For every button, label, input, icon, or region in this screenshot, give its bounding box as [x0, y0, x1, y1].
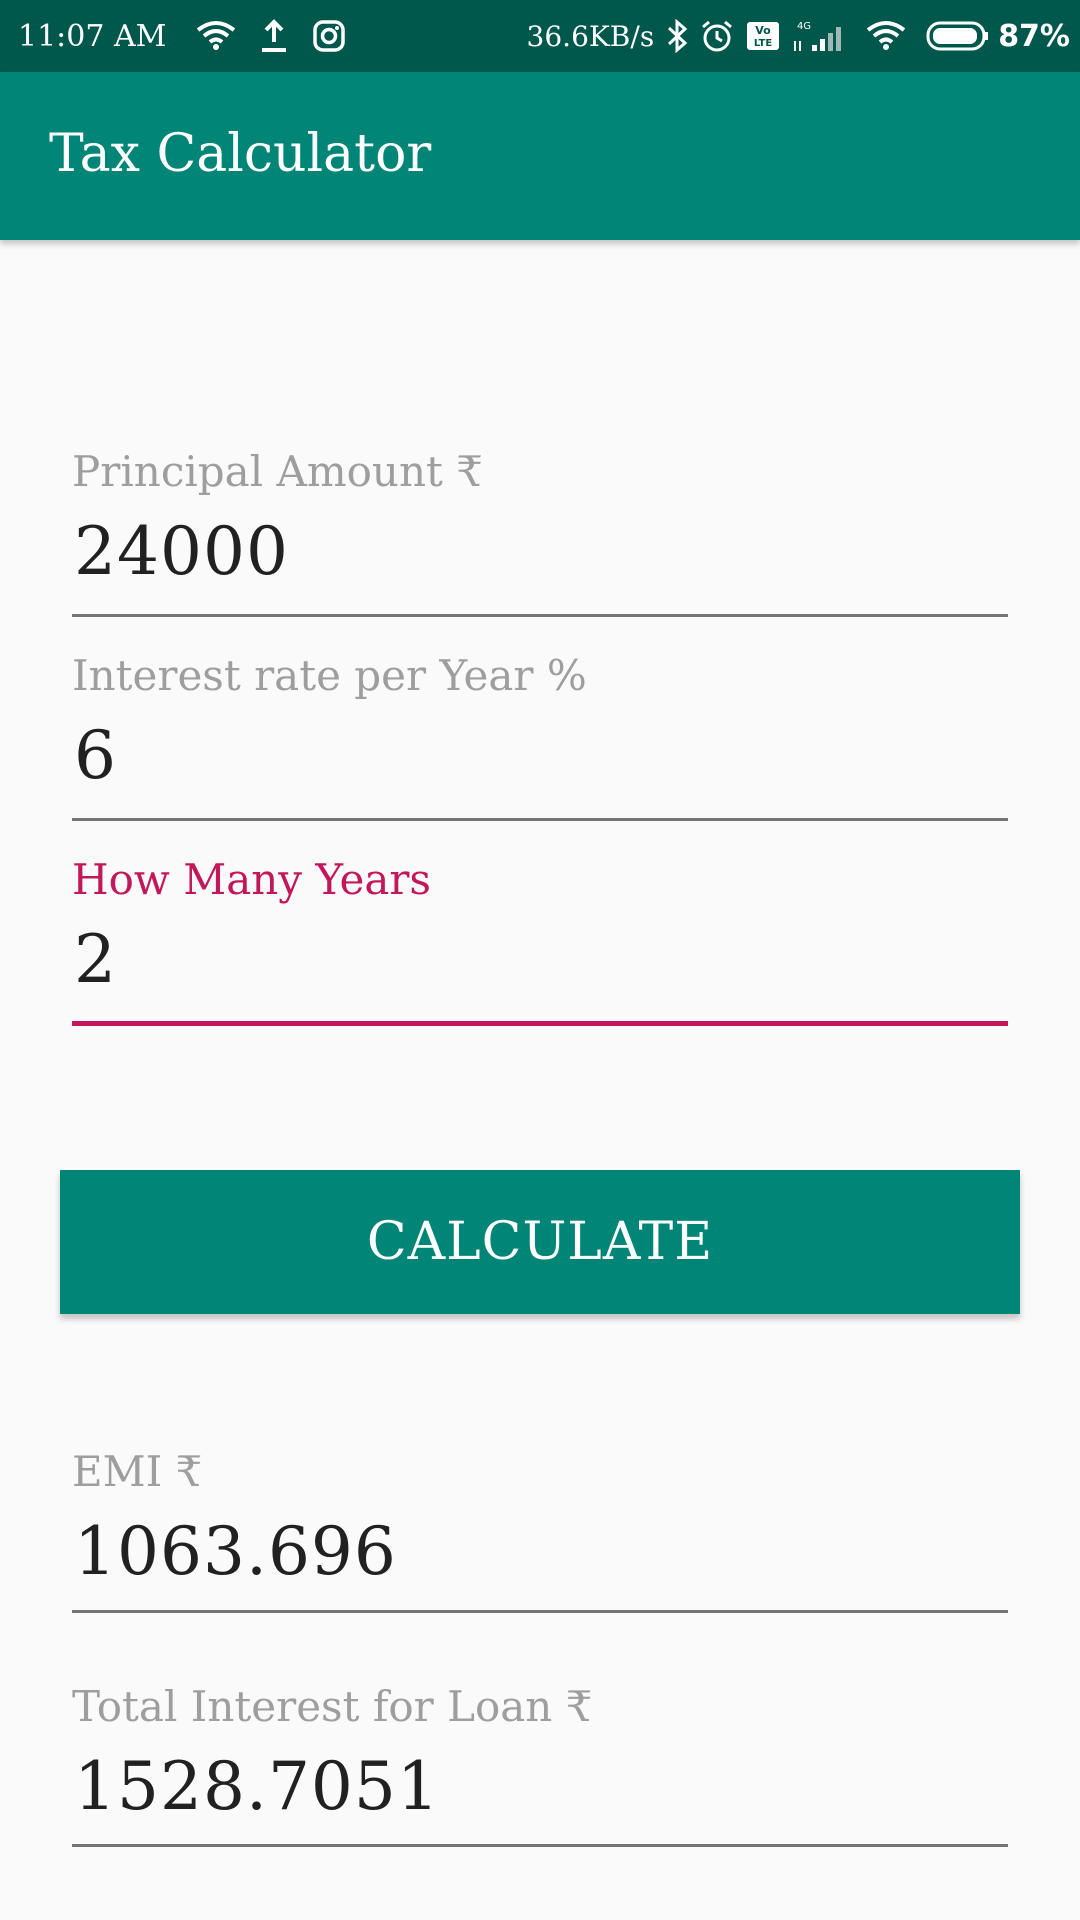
emi-field[interactable]: EMI ₹ 1063.696: [72, 1446, 1008, 1613]
svg-text:LTE: LTE: [754, 38, 773, 49]
emi-label: EMI ₹: [72, 1447, 203, 1496]
years-label: How Many Years: [72, 855, 431, 904]
app-title: Tax Calculator: [49, 124, 432, 184]
status-left: 11:07 AM: [18, 0, 527, 72]
signal-icon: 4G: [792, 16, 852, 56]
status-right: 36.6KB/s Vo LTE 4G 87%: [527, 0, 1070, 72]
status-time: 11:07 AM: [18, 18, 167, 54]
upload-icon: [260, 16, 288, 56]
status-bar: 11:07 AM 36.6KB/s Vo LTE 4G 87%: [0, 0, 1080, 72]
years-input[interactable]: 2: [72, 920, 1008, 1000]
wifi-icon: [866, 16, 912, 56]
principal-amount-underline: [72, 614, 1008, 617]
interest-rate-label: Interest rate per Year %: [72, 651, 587, 700]
volte-icon: Vo LTE: [746, 16, 780, 56]
svg-text:Vo: Vo: [755, 24, 771, 37]
bluetooth-icon: [666, 16, 688, 56]
total-interest-label: Total Interest for Loan ₹: [72, 1682, 593, 1731]
total-interest-value[interactable]: 1528.7051: [72, 1747, 1008, 1827]
emi-underline: [72, 1610, 1008, 1613]
interest-rate-field[interactable]: Interest rate per Year % 6: [72, 650, 1008, 821]
total-interest-underline: [72, 1844, 1008, 1847]
network-type-label: 4G: [797, 21, 811, 32]
years-field[interactable]: How Many Years 2: [72, 854, 1008, 1026]
battery-icon: [926, 16, 990, 56]
interest-rate-underline: [72, 818, 1008, 821]
calculate-button[interactable]: CALCULATE: [60, 1170, 1020, 1314]
alarm-icon: [700, 16, 734, 56]
total-interest-field[interactable]: Total Interest for Loan ₹ 1528.7051: [72, 1681, 1008, 1847]
wifi-icon: [196, 16, 236, 56]
app-bar: Tax Calculator: [0, 72, 1080, 240]
principal-amount-label: Principal Amount ₹: [72, 447, 483, 496]
principal-amount-field[interactable]: Principal Amount ₹ 24000: [72, 446, 1008, 617]
principal-amount-input[interactable]: 24000: [72, 512, 1008, 592]
instagram-icon: [312, 16, 346, 56]
years-underline: [72, 1021, 1008, 1026]
net-speed: 36.6KB/s: [526, 19, 655, 53]
interest-rate-input[interactable]: 6: [72, 716, 1008, 796]
battery-percent: 87%: [998, 18, 1070, 54]
emi-value[interactable]: 1063.696: [72, 1512, 1008, 1592]
